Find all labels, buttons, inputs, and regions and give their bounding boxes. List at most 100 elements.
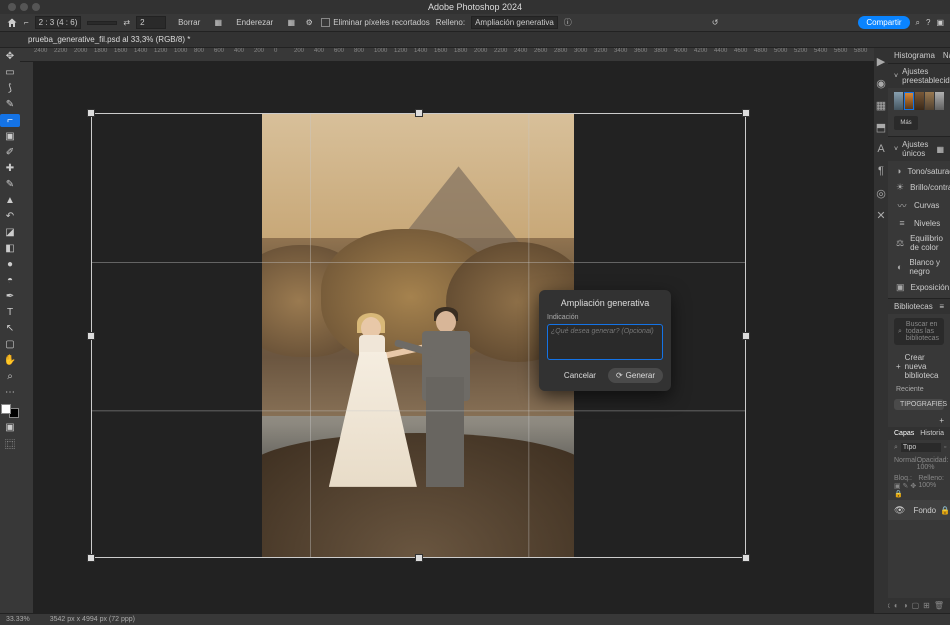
filter-image-icon[interactable]: ▫	[944, 444, 946, 452]
marquee-tool[interactable]: ▭	[0, 66, 20, 79]
crop-width-input[interactable]	[87, 21, 117, 25]
eraser-tool[interactable]: ◪	[0, 226, 20, 239]
info-icon[interactable]: ⓘ	[564, 17, 572, 28]
blur-tool[interactable]: ●	[0, 258, 20, 271]
shape-tool[interactable]: ▢	[0, 338, 20, 351]
brush-tool[interactable]: ✎	[0, 178, 20, 191]
preset-thumb[interactable]	[935, 92, 944, 110]
pen-tool[interactable]: ✒	[0, 290, 20, 303]
foreground-swatch[interactable]	[1, 404, 11, 414]
menu-icon[interactable]: ≡	[939, 302, 944, 311]
dodge-tool[interactable]: ◓	[0, 274, 20, 287]
document-info[interactable]: 3542 px x 4994 px (72 ppp)	[50, 616, 135, 623]
tab-history[interactable]: Historia	[920, 430, 944, 437]
crop-handle-bl[interactable]	[87, 554, 95, 562]
reset-icon[interactable]: ↺	[712, 18, 719, 27]
paragraph-icon[interactable]: ¶	[874, 164, 888, 178]
edit-toolbar[interactable]: ⋯	[0, 386, 20, 399]
preset-thumb[interactable]	[894, 92, 903, 110]
tab-histogram[interactable]: Histograma	[894, 51, 935, 60]
adjustment-layer-icon[interactable]: ◑	[903, 601, 908, 610]
color-icon[interactable]: ◉	[874, 76, 888, 90]
library-search[interactable]: ⌕Buscar en todas las bibliotecas	[894, 318, 944, 345]
add-icon[interactable]: +	[939, 416, 944, 425]
adjustment-item[interactable]: ≡Niveles	[888, 215, 950, 231]
adjustment-item[interactable]: ◑Tono/saturación	[888, 163, 950, 179]
document-tab[interactable]: prueba_generative_fil.psd al 33,3% (RGB/…	[28, 35, 190, 44]
color-swatches[interactable]	[1, 404, 19, 418]
fx-icon[interactable]: fx	[888, 601, 890, 610]
type-tool[interactable]: T	[0, 306, 20, 319]
swatches-icon[interactable]: ▦	[874, 98, 888, 112]
adjustment-item[interactable]: 〰Curvas	[888, 196, 950, 215]
healing-tool[interactable]: ✚	[0, 162, 20, 175]
preset-thumb[interactable]	[904, 92, 914, 110]
presets-header[interactable]: ˅Ajustes preestablecidos≡	[888, 63, 950, 88]
crop-ratio-select[interactable]: 2 : 3 (4 : 6)	[35, 16, 82, 29]
more-presets-button[interactable]: Más	[894, 116, 918, 130]
fill-value[interactable]: 100%	[918, 482, 936, 489]
adjustment-item[interactable]: ⚖Equilibrio de color	[888, 231, 950, 255]
home-icon[interactable]	[6, 17, 18, 29]
move-tool[interactable]: ✥	[0, 50, 20, 63]
quickmask-tool[interactable]: ▣	[0, 421, 20, 434]
grid-overlay-icon[interactable]: ▦	[285, 17, 297, 29]
crop-handle-tr[interactable]	[742, 109, 750, 117]
crop-handle-tl[interactable]	[87, 109, 95, 117]
crop-height-input[interactable]: 2	[136, 16, 166, 29]
maximize-window-icon[interactable]	[32, 3, 40, 11]
gradient-tool[interactable]: ◧	[0, 242, 20, 255]
single-adjustments-header[interactable]: ˅Ajustes únicos▦	[888, 136, 950, 161]
zoom-tool[interactable]: ⌕	[0, 370, 20, 383]
straighten-button[interactable]: Enderezar	[230, 16, 279, 29]
gear-icon[interactable]: ⚙	[303, 17, 315, 29]
visibility-icon[interactable]: 👁	[894, 505, 905, 516]
layer-row[interactable]: 👁 Fondo 🔒	[888, 500, 950, 520]
search-icon[interactable]: ⌕	[894, 444, 898, 452]
mask-icon[interactable]: ◐	[894, 601, 899, 610]
layer-name[interactable]: Fondo	[913, 506, 936, 515]
minimize-window-icon[interactable]	[20, 3, 28, 11]
crop-handle-br[interactable]	[742, 554, 750, 562]
crop-handle-tm[interactable]	[415, 109, 423, 117]
zoom-level[interactable]: 33.33%	[6, 616, 30, 623]
adjustments-icon[interactable]: ✕	[874, 208, 888, 222]
new-layer-icon[interactable]: ⊞	[923, 601, 930, 610]
help-icon[interactable]: ?	[926, 18, 930, 27]
library-chip[interactable]: TIPOGRAFIES	[894, 399, 944, 410]
swap-dimensions-icon[interactable]: ⇄	[123, 18, 130, 27]
window-controls[interactable]	[0, 3, 40, 11]
workspace-icon[interactable]: ▣	[936, 18, 944, 27]
character-icon[interactable]: ⬒	[874, 120, 888, 134]
actions-icon[interactable]: ◎	[874, 186, 888, 200]
crop-handle-mr[interactable]	[742, 332, 750, 340]
opacity-value[interactable]: 100%	[917, 464, 935, 471]
tab-layers[interactable]: Capas	[894, 430, 914, 437]
delete-cropped-checkbox[interactable]: Eliminar píxeles recortados	[321, 18, 429, 27]
fill-mode-select[interactable]: Ampliación generativa	[471, 16, 558, 29]
lock-icon[interactable]: 🔒	[940, 506, 950, 515]
crop-tool[interactable]: ⌐	[0, 114, 20, 127]
history-brush-tool[interactable]: ↶	[0, 210, 20, 223]
preset-thumb[interactable]	[925, 92, 934, 110]
lasso-tool[interactable]: ⟆	[0, 82, 20, 95]
crop-handle-bm[interactable]	[415, 554, 423, 562]
adjustment-item[interactable]: ▣Exposición	[888, 279, 950, 296]
selection-tool[interactable]: ✎	[0, 98, 20, 111]
crop-handle-ml[interactable]	[87, 332, 95, 340]
straighten-icon[interactable]: ▦	[212, 17, 224, 29]
generate-button[interactable]: ⟳Generar	[608, 368, 663, 383]
filter-type-select[interactable]	[901, 443, 941, 452]
trash-icon[interactable]: 🗑	[934, 601, 944, 610]
grid-icon[interactable]: ▦	[936, 145, 944, 154]
stamp-tool[interactable]: ▲	[0, 194, 20, 207]
eyedropper-tool[interactable]: ✐	[0, 146, 20, 159]
preset-thumb[interactable]	[915, 92, 924, 110]
clear-button[interactable]: Borrar	[172, 16, 206, 29]
frame-tool[interactable]: ▣	[0, 130, 20, 143]
hand-tool[interactable]: ✋	[0, 354, 20, 367]
canvas[interactable]: Ampliación generativa Indicación ¿Qué de…	[34, 62, 874, 613]
folder-icon[interactable]: ▢	[912, 601, 920, 610]
type-icon[interactable]: A	[874, 142, 888, 156]
blend-mode-select[interactable]: Normal	[894, 457, 917, 471]
